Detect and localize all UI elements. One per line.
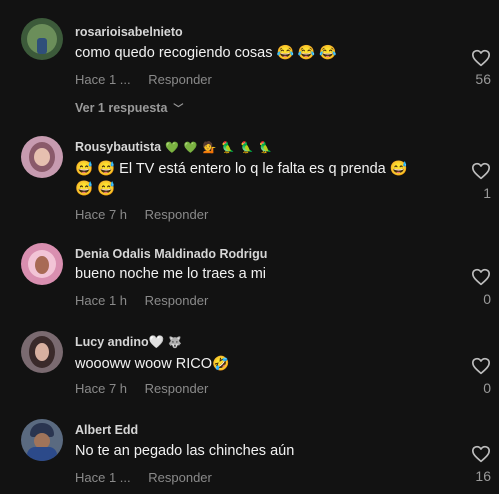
like-count: 56: [475, 71, 491, 87]
comment-text-body: como quedo recogiendo cosas: [75, 45, 273, 61]
avatar[interactable]: [21, 243, 63, 285]
comment-username-label: Lucy andino🤍: [75, 335, 165, 349]
comment-text: No te an pegado las chinches aún: [75, 443, 295, 459]
avatar[interactable]: [21, 136, 63, 178]
heart-outline-icon[interactable]: [471, 49, 491, 67]
comment-text-body: woooww woow RICO: [75, 356, 212, 372]
avatar[interactable]: [21, 419, 63, 461]
heart-outline-icon[interactable]: [471, 162, 491, 180]
like-count: 1: [483, 185, 491, 201]
comment-username[interactable]: rosarioisabelnieto: [75, 25, 183, 39]
comment-meta: Hace 1 ... Responder: [75, 470, 212, 485]
comment-text-line2: 😅 😅: [75, 181, 116, 197]
comment-username[interactable]: Albert Edd: [75, 423, 138, 437]
comment-text: bueno noche me lo traes a mi: [75, 266, 267, 282]
comment-time: Hace 7 h: [75, 381, 128, 396]
username-emojis: 💚 💚 💁 🦜 🦜 🦜: [165, 142, 274, 154]
comment-time: Hace 7 h: [75, 207, 128, 222]
comment-meta: Hace 7 h Responder: [75, 381, 208, 396]
like-count: 0: [483, 380, 491, 396]
like-count: 16: [475, 468, 491, 484]
comment-meta: Hace 1 ... Responder: [75, 72, 212, 87]
comment-time: Hace 1 ...: [75, 72, 131, 87]
reply-button[interactable]: Responder: [145, 293, 209, 308]
comment-emojis: 😂 😂 😂: [276, 44, 337, 60]
comment-username[interactable]: Rousybautista 💚 💚 💁 🦜 🦜 🦜: [75, 140, 274, 154]
comment-text: como quedo recogiendo cosas 😂 😂 😂: [75, 44, 337, 61]
comment-text: 😅 😅 El TV está entero lo q le falta es q…: [75, 161, 408, 177]
comment-text: woooww woow RICO🤣: [75, 355, 229, 372]
avatar[interactable]: [21, 18, 63, 60]
comment-time: Hace 1 ...: [75, 470, 131, 485]
heart-outline-icon[interactable]: [471, 445, 491, 463]
comment-username-label: Rousybautista: [75, 140, 162, 154]
comment-emojis: 🤣: [212, 355, 230, 371]
like-count: 0: [483, 291, 491, 307]
username-emojis: 🐺: [168, 337, 183, 349]
comment-meta: Hace 1 h Responder: [75, 293, 208, 308]
reply-button[interactable]: Responder: [148, 72, 212, 87]
reply-button[interactable]: Responder: [145, 207, 209, 222]
reply-button[interactable]: Responder: [145, 381, 209, 396]
avatar[interactable]: [21, 331, 63, 373]
view-replies-label: Ver 1 respuesta: [75, 101, 168, 115]
comment-username[interactable]: Lucy andino🤍 🐺: [75, 335, 183, 350]
view-replies-button[interactable]: Ver 1 respuesta ﹀: [75, 100, 183, 115]
comment-username[interactable]: Denia Odalis Maldinado Rodrigu: [75, 247, 267, 261]
chevron-down-icon: ﹀: [173, 104, 184, 115]
heart-outline-icon[interactable]: [471, 268, 491, 286]
comment-time: Hace 1 h: [75, 293, 128, 308]
comment-meta: Hace 7 h Responder: [75, 207, 208, 222]
heart-outline-icon[interactable]: [471, 357, 491, 375]
reply-button[interactable]: Responder: [148, 470, 212, 485]
